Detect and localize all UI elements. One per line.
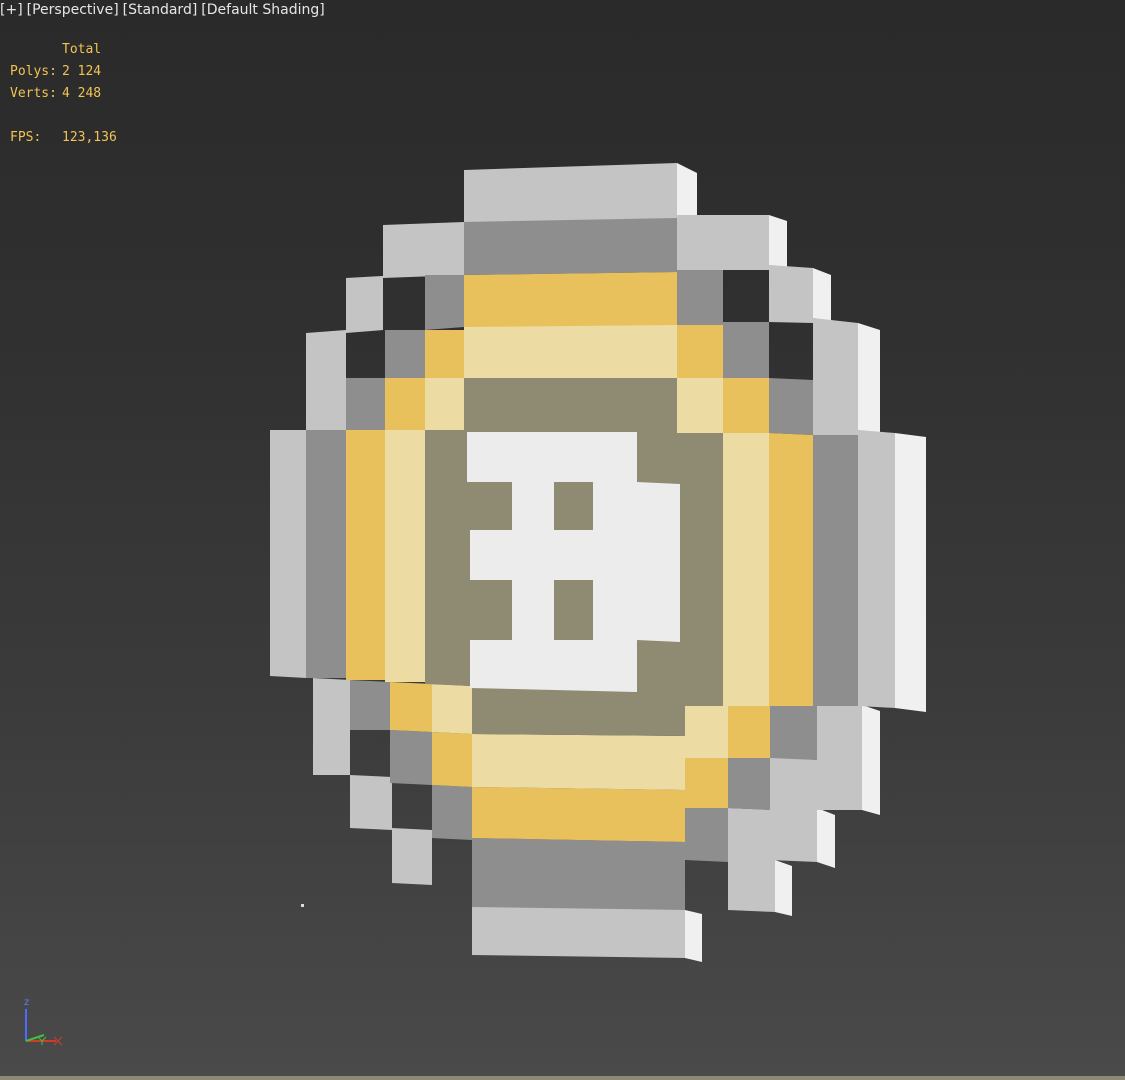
- mouse-cursor-marker: [301, 904, 304, 907]
- pixel-coin-model[interactable]: [0, 0, 1125, 1080]
- 3d-viewport[interactable]: [+] [Perspective] [Standard] [Default Sh…: [0, 0, 1125, 1080]
- viewport-bottom-border: [0, 1076, 1125, 1080]
- axis-z-label: z: [24, 997, 30, 1008]
- axis-tripod-gizmo: z: [18, 995, 68, 1047]
